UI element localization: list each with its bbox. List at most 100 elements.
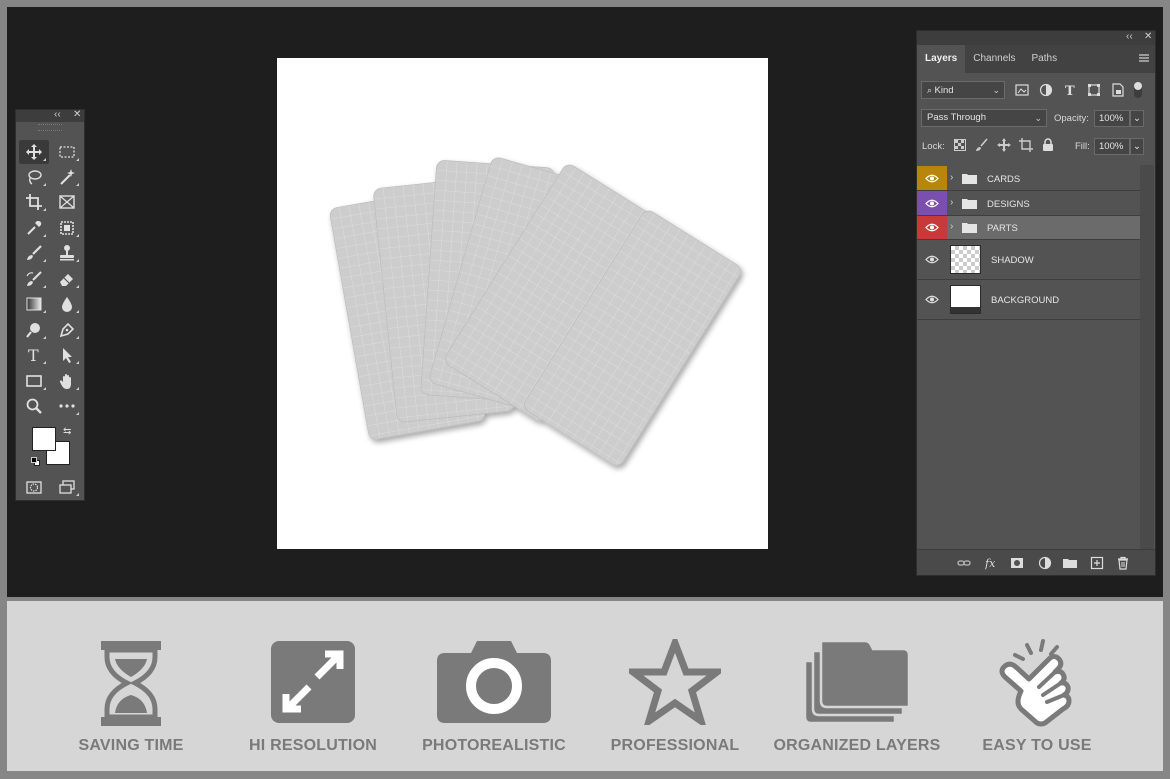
layer-row-parts[interactable]: › PARTS — [917, 216, 1141, 240]
type-tool-icon[interactable]: T — [19, 343, 49, 367]
brush-tool-icon[interactable] — [19, 241, 49, 265]
pixel-filter-icon[interactable] — [1015, 83, 1029, 97]
layer-name: SHADOW — [991, 255, 1034, 266]
foreground-color-swatch[interactable] — [32, 427, 56, 451]
feature-label: PHOTOREALISTIC — [422, 737, 566, 754]
move-tool-icon[interactable] — [19, 140, 49, 164]
layer-effects-icon[interactable]: fx — [985, 556, 999, 570]
lock-label: Lock: — [922, 141, 945, 152]
adjustment-filter-icon[interactable] — [1039, 83, 1053, 97]
add-mask-icon[interactable] — [1010, 556, 1024, 570]
fill-label: Fill: — [1075, 141, 1090, 152]
history-brush-tool-icon[interactable] — [19, 267, 49, 291]
feature-photorealistic: PHOTOREALISTIC — [399, 601, 589, 771]
shape-filter-icon[interactable] — [1087, 83, 1101, 97]
screen-mode-icon[interactable] — [52, 475, 82, 499]
collapse-icon[interactable]: ‹‹ — [54, 109, 61, 120]
layer-row-cards[interactable]: › CARDS — [917, 166, 1141, 191]
lasso-tool-icon[interactable] — [19, 165, 49, 189]
filter-toggle[interactable] — [1134, 82, 1142, 98]
swap-colors-icon[interactable]: ⇆ — [63, 426, 71, 437]
panel-grip[interactable] — [38, 124, 62, 131]
fill-dropdown-caret[interactable]: ⌄ — [1130, 138, 1144, 155]
smart-object-filter-icon[interactable] — [1111, 83, 1125, 97]
gradient-tool-icon[interactable] — [19, 292, 49, 316]
frame-tool-icon[interactable] — [52, 190, 82, 214]
visibility-eye-icon[interactable] — [917, 191, 947, 215]
lock-pixels-icon[interactable] — [975, 138, 989, 152]
card-mockup-artwork — [329, 157, 741, 466]
layer-thumbnail — [950, 245, 981, 274]
healing-tool-icon[interactable] — [52, 216, 82, 240]
panel-menu-icon[interactable] — [1139, 53, 1149, 63]
hand-tool-icon[interactable] — [52, 369, 82, 393]
new-layer-icon[interactable] — [1090, 556, 1104, 570]
collapse-icon[interactable]: ‹‹ — [1126, 31, 1133, 42]
visibility-eye-icon[interactable] — [917, 216, 947, 239]
blur-tool-icon[interactable] — [52, 292, 82, 316]
visibility-eye-icon[interactable] — [917, 166, 947, 190]
tools-panel: ‹‹ ✕ T ⇆ — [15, 109, 85, 501]
expand-chevron-icon[interactable]: › — [950, 172, 953, 183]
opacity-field[interactable]: 100% — [1094, 110, 1130, 127]
tools-panel-titlebar[interactable]: ‹‹ ✕ — [16, 109, 84, 122]
lock-position-icon[interactable] — [997, 138, 1011, 152]
link-layers-icon[interactable] — [957, 556, 971, 570]
feature-label: ORGANIZED LAYERS — [773, 737, 941, 754]
feature-label: EASY TO USE — [982, 737, 1092, 754]
feature-organized-layers: ORGANIZED LAYERS — [762, 601, 952, 771]
eraser-tool-icon[interactable] — [52, 267, 82, 291]
expand-chevron-icon[interactable]: › — [950, 197, 953, 208]
new-adjustment-layer-icon[interactable] — [1038, 556, 1052, 570]
new-group-icon[interactable] — [1063, 556, 1077, 570]
lock-transparent-icon[interactable] — [954, 139, 966, 151]
lock-artboard-icon[interactable] — [1019, 138, 1033, 152]
expand-icon — [271, 641, 355, 723]
default-colors-icon[interactable] — [31, 457, 40, 466]
close-icon[interactable]: ✕ — [73, 109, 81, 120]
layer-name: DESIGNS — [987, 199, 1030, 210]
visibility-eye-icon[interactable] — [917, 280, 947, 319]
marquee-tool-icon[interactable] — [52, 140, 82, 164]
visibility-eye-icon[interactable] — [917, 240, 947, 279]
eyedropper-tool-icon[interactable] — [19, 216, 49, 240]
delete-layer-icon[interactable] — [1116, 556, 1130, 570]
layer-row-shadow[interactable]: SHADOW — [917, 240, 1141, 280]
folder-icon — [962, 199, 977, 209]
close-icon[interactable]: ✕ — [1144, 31, 1152, 42]
tab-channels[interactable]: Channels — [965, 45, 1023, 73]
dodge-tool-icon[interactable] — [19, 318, 49, 342]
feature-label: HI RESOLUTION — [249, 737, 377, 754]
document-canvas[interactable] — [277, 58, 768, 549]
pen-tool-icon[interactable] — [52, 318, 82, 342]
blend-mode-value: Pass Through — [927, 112, 986, 123]
opacity-label: Opacity: — [1054, 113, 1089, 124]
more-tools-icon[interactable] — [52, 394, 82, 418]
folders-icon — [803, 639, 911, 725]
expand-chevron-icon[interactable]: › — [950, 221, 953, 232]
filter-kind-dropdown[interactable]: ⌕ Kind ⌄ — [921, 81, 1005, 99]
layer-row-designs[interactable]: › DESIGNS — [917, 191, 1141, 216]
tab-layers[interactable]: Layers — [917, 45, 966, 73]
zoom-tool-icon[interactable] — [19, 394, 49, 418]
quick-mask-icon[interactable] — [19, 475, 49, 499]
layers-scrollbar[interactable] — [1140, 165, 1154, 550]
blend-mode-dropdown[interactable]: Pass Through ⌄ — [921, 109, 1047, 127]
photoshop-workspace: ‹‹ ✕ T ⇆ ‹‹ ✕ Layers Channels Paths ⌕ Ki… — [7, 7, 1163, 597]
star-icon — [629, 639, 721, 725]
magic-wand-tool-icon[interactable] — [52, 165, 82, 189]
layer-name: CARDS — [987, 174, 1021, 185]
type-filter-icon[interactable]: T — [1063, 83, 1077, 97]
fill-field[interactable]: 100% — [1094, 138, 1130, 155]
rectangle-tool-icon[interactable] — [19, 369, 49, 393]
layer-name: BACKGROUND — [991, 295, 1060, 306]
layers-panel-titlebar[interactable]: ‹‹ ✕ — [917, 31, 1155, 45]
path-selection-tool-icon[interactable] — [52, 343, 82, 367]
crop-tool-icon[interactable] — [19, 190, 49, 214]
stamp-tool-icon[interactable] — [52, 241, 82, 265]
opacity-dropdown-caret[interactable]: ⌄ — [1130, 110, 1144, 127]
lock-all-icon[interactable] — [1041, 138, 1055, 152]
tab-paths[interactable]: Paths — [1024, 45, 1066, 73]
layer-row-background[interactable]: BACKGROUND — [917, 280, 1141, 320]
hourglass-icon — [101, 641, 161, 726]
